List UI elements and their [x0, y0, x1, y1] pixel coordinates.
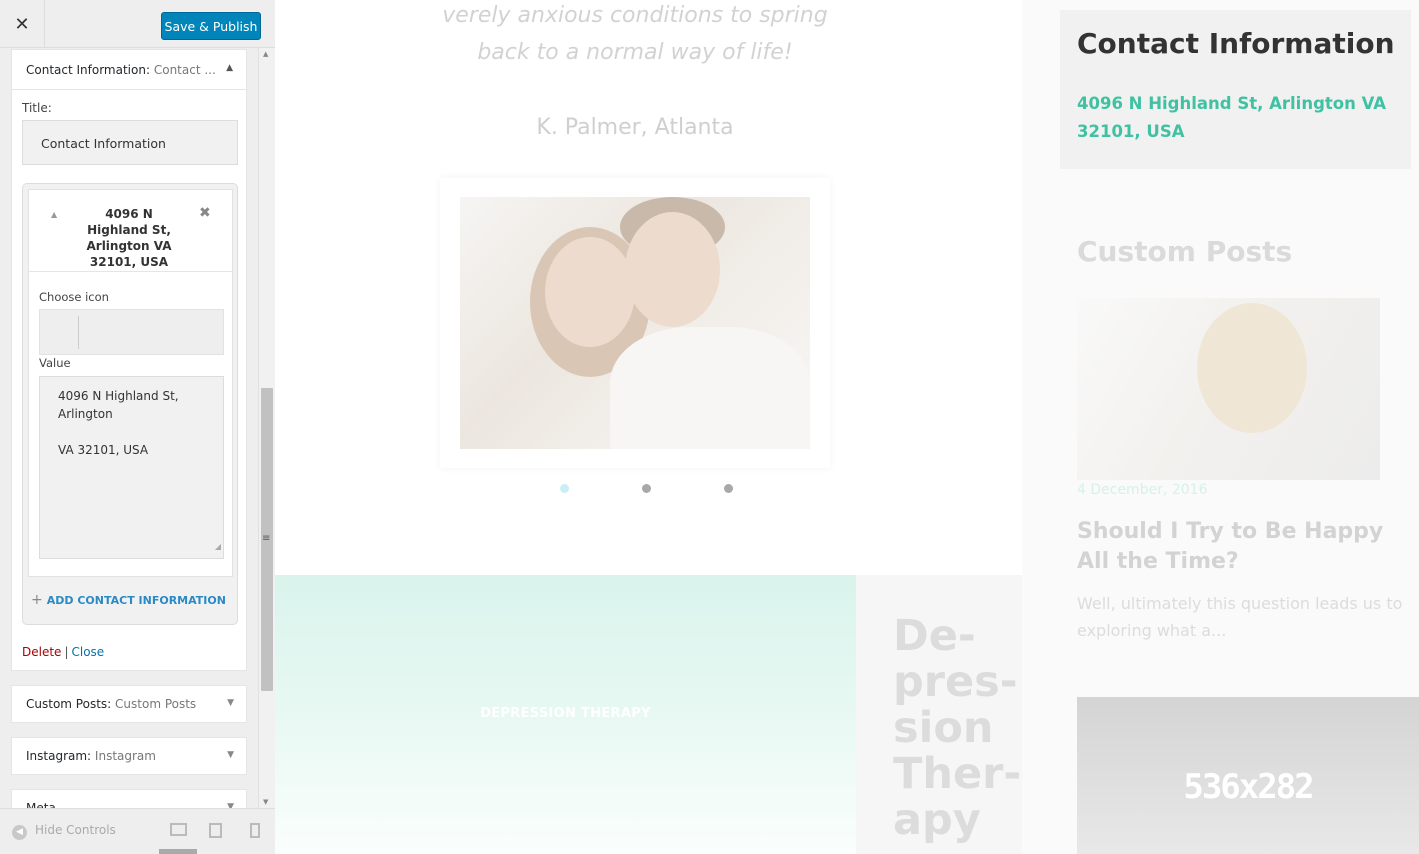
- therapy-banner: DEPRESSION THERAPY: [275, 575, 856, 854]
- expand-arrow-icon[interactable]: ▼: [227, 698, 234, 708]
- value-textarea[interactable]: 4096 N Highland St, Arlington VA 32101, …: [39, 376, 224, 559]
- quote-line: back to a normal way of life!: [477, 40, 793, 65]
- post-thumbnail[interactable]: [1077, 298, 1380, 480]
- desktop-preview-icon[interactable]: [170, 823, 187, 836]
- widget-name: Instagram:: [26, 749, 92, 763]
- slider-dot-active[interactable]: [560, 484, 569, 493]
- collapse-arrow-icon[interactable]: ▲: [226, 63, 233, 73]
- customizer-header: ✕ Save & Publish: [0, 0, 275, 48]
- slider-dot[interactable]: [642, 484, 651, 493]
- therapy-banner-label[interactable]: DEPRESSION THERAPY: [275, 706, 856, 721]
- expand-arrow-icon[interactable]: ▼: [227, 750, 234, 760]
- testimonial-author: K. Palmer, Atlanta: [536, 115, 734, 140]
- separator: |: [64, 645, 69, 659]
- value-text: 4096 N Highland St, Arlington VA 32101, …: [58, 389, 179, 457]
- icon-picker-divider: [78, 316, 79, 349]
- customizer-sidebar: ✕ Save & Publish Contact Information: Co…: [0, 0, 275, 854]
- tablet-preview-icon[interactable]: [209, 823, 222, 838]
- quote-line: verely anxious conditions to spring: [442, 3, 828, 28]
- plus-icon: +: [31, 592, 43, 608]
- site-preview: verely anxious conditions to spring back…: [275, 0, 1419, 854]
- preview-sidebar: Contact Information 4096 N Highland St, …: [1022, 0, 1419, 854]
- hide-controls-label: Hide Controls: [35, 823, 116, 837]
- customizer-footer: ◀ Hide Controls: [0, 808, 275, 854]
- icon-picker[interactable]: [39, 309, 224, 355]
- close-link[interactable]: Close: [71, 645, 104, 659]
- sidebar-resize-grip-icon[interactable]: ≡: [262, 533, 270, 544]
- active-device-indicator: [159, 849, 197, 854]
- widget-contact-subtitle: Contact ...: [153, 63, 216, 77]
- scroll-down-icon[interactable]: ▼: [263, 798, 268, 806]
- value-label: Value: [39, 356, 71, 370]
- therapy-side-panel: De-pres-sion Ther-apy: [856, 575, 1022, 854]
- thumbnail-shape: [1197, 303, 1307, 433]
- mobile-preview-icon[interactable]: [250, 823, 260, 838]
- post-excerpt: Well, ultimately this question leads us …: [1077, 594, 1403, 640]
- add-contact-label: ADD CONTACT INFORMATION: [46, 594, 226, 607]
- remove-item-icon[interactable]: ✖: [199, 205, 211, 221]
- save-publish-button[interactable]: Save & Publish: [161, 12, 261, 40]
- contact-item: ▲ 4096 N Highland St, Arlington VA 32101…: [28, 189, 233, 577]
- contact-item-header[interactable]: ▲ 4096 N Highland St, Arlington VA 32101…: [29, 190, 232, 272]
- title-input[interactable]: Contact Information: [22, 120, 238, 165]
- custom-posts-title: Custom Posts: [1077, 235, 1293, 268]
- widget-contact-name: Contact Information:: [26, 63, 151, 77]
- widget-name: Custom Posts:: [26, 697, 112, 711]
- widget-subtitle: Custom Posts: [115, 697, 197, 711]
- contact-item-title: 4096 N Highland St, Arlington VA 32101, …: [86, 207, 172, 269]
- choose-icon-label: Choose icon: [39, 290, 109, 304]
- collapse-arrow-icon[interactable]: ▲: [51, 210, 57, 219]
- widget-subtitle: Instagram: [94, 749, 156, 763]
- contact-information-widget: Contact Information 4096 N Highland St, …: [1060, 10, 1411, 169]
- photo-shape: [625, 212, 720, 327]
- scroll-up-icon[interactable]: ▲: [263, 50, 268, 58]
- resize-grip-icon[interactable]: ◢: [215, 538, 221, 556]
- post-date: 4 December, 2016: [1077, 482, 1208, 498]
- slider-dot[interactable]: [724, 484, 733, 493]
- collapse-icon: ◀: [12, 825, 27, 840]
- testimonial-photo-frame: [440, 178, 830, 468]
- contact-widget-title: Contact Information: [1077, 27, 1395, 60]
- close-customizer-button[interactable]: ✕: [0, 0, 45, 48]
- add-contact-information-button[interactable]: + ADD CONTACT INFORMATION: [31, 592, 226, 608]
- hide-controls-button[interactable]: ◀ Hide Controls: [12, 823, 116, 840]
- sidebar-scrollbar[interactable]: ▲ ▼: [258, 48, 275, 808]
- widget-contact-information: Contact Information: Contact ... ▲ Title…: [11, 49, 247, 671]
- contact-address[interactable]: 4096 N Highland St, Arlington VA 32101, …: [1077, 90, 1417, 146]
- delete-link[interactable]: Delete: [22, 645, 61, 659]
- placeholder-size-label: 536x282: [1183, 767, 1314, 807]
- widget-contact-header[interactable]: Contact Information: Contact ... ▲: [12, 50, 246, 90]
- widget-custom-posts[interactable]: Custom Posts: Custom Posts ▼: [11, 685, 247, 723]
- widget-instagram[interactable]: Instagram: Instagram ▼: [11, 737, 247, 775]
- contact-repeater: ▲ 4096 N Highland St, Arlington VA 32101…: [22, 183, 238, 625]
- therapy-heading: De-pres-sion Ther-apy: [893, 611, 1022, 845]
- title-label: Title:: [22, 101, 52, 115]
- widget-actions: Delete | Close: [22, 645, 104, 659]
- photo-shape: [545, 237, 635, 347]
- placeholder-image: 536x282: [1077, 697, 1419, 854]
- couple-photo: [460, 197, 810, 449]
- photo-shape: [610, 327, 810, 449]
- post-title[interactable]: Should I Try to Be Happy All the Time?: [1077, 517, 1407, 577]
